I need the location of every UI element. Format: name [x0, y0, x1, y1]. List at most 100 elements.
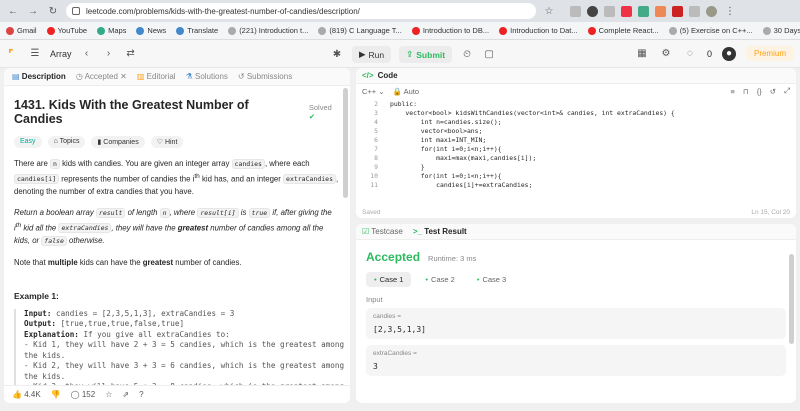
code-line: public:	[390, 100, 417, 108]
tab-testcase[interactable]: ☑ Testcase	[362, 227, 403, 236]
description-paragraph: Return a boolean array result of length …	[14, 208, 332, 246]
code-line: int n=candies.size();	[390, 118, 502, 126]
case-tabs: • Case 1 • Case 2 • Case 3	[366, 272, 796, 287]
bookmark-icon[interactable]: ⊓	[743, 87, 749, 96]
checkbox-icon: ☑	[362, 227, 370, 236]
globe-icon	[318, 26, 327, 35]
star-icon[interactable]: ☆	[105, 390, 112, 399]
record-icon	[587, 26, 596, 35]
topics-button[interactable]: ⌂ Topics	[47, 136, 86, 148]
settings-icon[interactable]: ⚙	[659, 47, 673, 61]
shuffle-icon[interactable]: ⇄	[124, 47, 138, 61]
bookmark[interactable]: YouTube	[46, 26, 87, 35]
avatar[interactable]	[706, 5, 717, 17]
help-icon[interactable]: ?	[139, 390, 143, 399]
tab-accepted[interactable]: ◷ Accepted ✕	[76, 72, 127, 81]
layout-icon[interactable]: ▦	[635, 47, 649, 61]
history-icon: ↺	[237, 72, 245, 81]
timer-icon[interactable]: ⏲	[460, 48, 474, 62]
tab-test-result[interactable]: >_ Test Result	[413, 227, 467, 236]
tab-submissions[interactable]: ↺ Submissions	[238, 72, 292, 81]
globe-icon	[762, 26, 771, 35]
line-number: 8	[374, 154, 378, 162]
autocomplete-mode[interactable]: 🔒 Auto	[393, 87, 419, 96]
extension-icon[interactable]	[587, 5, 598, 17]
extension-icon[interactable]	[655, 5, 666, 17]
comments-button[interactable]: ◯ 152	[71, 390, 96, 399]
problem-content: 1431. Kids With the Greatest Number of C…	[4, 86, 350, 396]
code-line: int maxi=INT_MIN;	[390, 136, 487, 144]
case-tab[interactable]: • Case 3	[469, 272, 514, 287]
share-icon[interactable]: ⇗	[122, 390, 129, 399]
bookmark[interactable]: Introduction to Dat...	[499, 26, 578, 35]
extension-icon[interactable]	[672, 5, 683, 17]
line-number: 5	[374, 127, 378, 135]
braces-icon[interactable]: {}	[757, 87, 762, 96]
line-number: 9	[374, 163, 378, 171]
code-line: }	[390, 163, 425, 171]
scrollbar[interactable]	[789, 254, 794, 344]
address-bar[interactable]: leetcode.com/problems/kids-with-the-grea…	[66, 3, 536, 19]
line-number: 10	[370, 172, 378, 180]
bookmark[interactable]: (221) Introduction t...	[228, 26, 308, 35]
like-button[interactable]: 👍 4.4K	[12, 390, 41, 399]
line-number: 6	[374, 136, 378, 144]
case-tab[interactable]: • Case 2	[417, 272, 462, 287]
bookmark[interactable]: News	[136, 26, 166, 35]
extension-icon[interactable]	[638, 5, 649, 17]
extension-icon[interactable]	[604, 5, 615, 17]
list-icon[interactable]: ☰	[28, 47, 42, 61]
note-icon[interactable]: ▢	[482, 48, 496, 62]
bookmark[interactable]: Maps	[97, 26, 126, 35]
avatar[interactable]: ●	[721, 46, 736, 61]
star-icon[interactable]: ☆	[542, 4, 556, 18]
close-icon[interactable]: ✕	[120, 72, 127, 81]
extension-icon[interactable]	[621, 5, 632, 17]
solved-badge: Solved ✔	[308, 103, 332, 121]
premium-button[interactable]: Premium	[745, 46, 794, 61]
puzzle-icon[interactable]	[689, 5, 700, 17]
bookmark[interactable]: Gmail	[6, 26, 37, 35]
chevron-left-icon[interactable]: ‹	[80, 47, 94, 61]
hint-button[interactable]: ♡ Hint	[150, 136, 184, 148]
submit-button[interactable]: ⇪ Submit	[399, 46, 453, 63]
extension-icon[interactable]	[570, 5, 581, 17]
tab-editorial[interactable]: ▥ Editorial	[137, 72, 176, 81]
left-tabs: ▤ Description ◷ Accepted ✕ ▥ Editorial ⚗…	[4, 68, 350, 86]
tag-icon: ⌂	[53, 138, 58, 145]
bookmark[interactable]: Translate	[176, 26, 218, 35]
line-number: 3	[374, 109, 378, 117]
var-value: 3	[373, 362, 378, 371]
scrollbar[interactable]	[343, 88, 348, 198]
tab-solutions[interactable]: ⚗ Solutions	[186, 72, 228, 81]
reset-icon[interactable]: ↺	[770, 87, 776, 96]
dot-icon: •	[425, 275, 429, 284]
menu-icon[interactable]: ⋮	[723, 4, 737, 18]
debug-icon[interactable]: ✱	[330, 48, 344, 62]
comment-icon: ◯	[70, 390, 80, 399]
leetcode-logo-icon[interactable]: ⌜	[8, 47, 20, 61]
dislike-icon[interactable]: 👎	[51, 390, 61, 399]
header-right: ▦ ⚙ ◌ 0 ● Premium	[635, 46, 794, 61]
bookmark[interactable]: (819) C Language T...	[318, 26, 402, 35]
forward-icon[interactable]: →	[26, 4, 40, 18]
bookmark[interactable]: (5) Exercise on C++...	[668, 26, 753, 35]
reload-icon[interactable]: ↻	[46, 4, 60, 18]
language-select[interactable]: C++ ⌄	[362, 87, 385, 96]
back-icon[interactable]: ←	[6, 4, 20, 18]
gmail-icon	[6, 26, 14, 35]
bookmark[interactable]: 30 Days of Google...	[762, 26, 800, 35]
run-button[interactable]: ▶ Run	[352, 46, 392, 63]
tab-description[interactable]: ▤ Description	[12, 72, 66, 81]
chevron-right-icon[interactable]: ›	[102, 47, 116, 61]
bookmark[interactable]: Introduction to DB...	[411, 26, 489, 35]
notification-icon[interactable]: ◌	[683, 47, 697, 61]
companies-button[interactable]: ▮ Companies	[91, 136, 145, 148]
site-info-icon[interactable]	[72, 7, 80, 15]
code-header: </> Code	[356, 68, 796, 84]
fullscreen-icon[interactable]: ⤢	[784, 86, 790, 96]
case-tab[interactable]: • Case 1	[366, 272, 412, 287]
bookmark[interactable]: Complete React...	[587, 26, 659, 35]
problem-list-link[interactable]: Array	[50, 49, 72, 59]
format-icon[interactable]: ≡	[730, 87, 734, 96]
